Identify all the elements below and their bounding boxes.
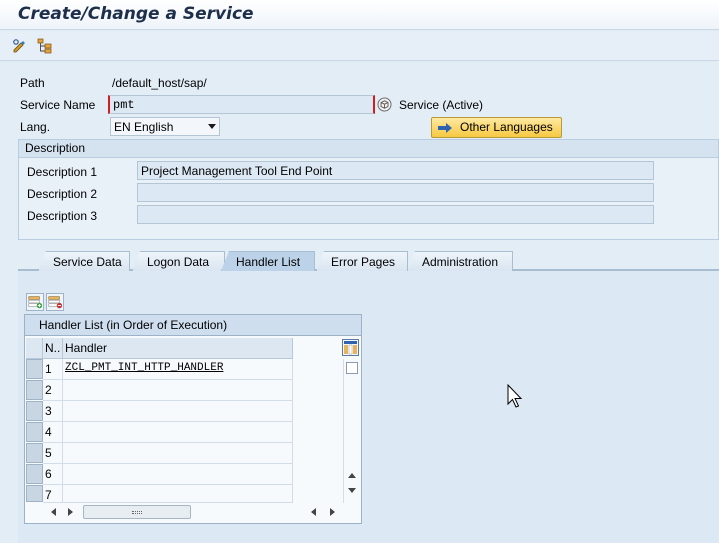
horizontal-scrollbar[interactable] [43, 503, 343, 521]
handler-cell[interactable] [63, 464, 293, 485]
table-row[interactable]: 7 [25, 485, 345, 503]
chevron-down-icon [208, 124, 216, 129]
delete-row-icon[interactable] [46, 293, 64, 311]
table-row[interactable]: 4 [25, 422, 345, 443]
row-number: 6 [43, 464, 63, 485]
handler-cell[interactable] [63, 485, 293, 503]
handler-cell[interactable]: ZCL_PMT_INT_HTTP_HANDLER [63, 359, 293, 380]
description-3-label: Description 3 [27, 209, 98, 223]
description-3-input[interactable] [137, 205, 654, 224]
table-row[interactable]: 2 [25, 380, 345, 401]
mouse-cursor-icon [507, 384, 523, 408]
lang-label: Lang. [20, 120, 51, 134]
handler-cell[interactable] [63, 380, 293, 401]
tab-service-data[interactable]: Service Data [38, 251, 130, 271]
handler-table-title: Handler List (in Order of Execution) [25, 315, 361, 336]
description-1-input[interactable]: Project Management Tool End Point [137, 161, 654, 180]
table-row[interactable]: 3 [25, 401, 345, 422]
display-change-icon[interactable] [12, 38, 28, 54]
row-selector[interactable] [26, 380, 43, 400]
row-number: 2 [43, 380, 63, 401]
column-header-number[interactable]: N.. [43, 338, 63, 359]
scroll-thumb[interactable] [346, 362, 358, 374]
other-languages-button[interactable]: Other Languages [431, 117, 562, 138]
column-header-handler[interactable]: Handler [63, 338, 293, 359]
select-all-cell[interactable] [26, 338, 43, 359]
row-number: 4 [43, 422, 63, 443]
path-value: /default_host/sap/ [112, 76, 207, 90]
scroll-up-icon[interactable] [347, 471, 357, 479]
row-selector[interactable] [26, 464, 43, 484]
row-number: 1 [43, 359, 63, 380]
hierarchy-icon[interactable] [37, 38, 53, 54]
grip-icon [132, 511, 142, 514]
page-title: Create/Change a Service [18, 4, 254, 24]
row-number: 7 [43, 485, 63, 503]
scroll-right-end-icon[interactable] [329, 507, 337, 517]
scroll-left-icon[interactable] [49, 507, 57, 517]
description-2-input[interactable] [137, 183, 654, 202]
lang-dropdown-value: EN English [114, 120, 174, 134]
table-settings-icon[interactable] [342, 339, 359, 356]
table-row[interactable]: 6 [25, 464, 345, 485]
lang-dropdown[interactable]: EN English [110, 117, 220, 136]
description-2-label: Description 2 [27, 187, 98, 201]
tab-strip: Service Data Logon Data Handler List Err… [18, 251, 719, 271]
horizontal-scroll-thumb[interactable] [83, 505, 191, 519]
arrow-right-icon [438, 123, 452, 133]
description-group-header: Description [19, 140, 718, 158]
service-name-label: Service Name [20, 98, 96, 112]
row-selector[interactable] [26, 485, 43, 502]
row-number: 5 [43, 443, 63, 464]
service-cube-icon[interactable] [377, 97, 392, 112]
description-1-label: Description 1 [27, 165, 98, 179]
row-selector[interactable] [26, 359, 43, 379]
other-languages-button-label: Other Languages [460, 120, 553, 134]
handler-link[interactable]: ZCL_PMT_INT_HTTP_HANDLER [65, 362, 223, 374]
row-selector[interactable] [26, 443, 43, 463]
table-row[interactable]: 5 [25, 443, 345, 464]
row-selector[interactable] [26, 422, 43, 442]
table-row[interactable]: 1 ZCL_PMT_INT_HTTP_HANDLER [25, 359, 345, 380]
insert-row-icon[interactable] [26, 293, 44, 311]
row-number: 3 [43, 401, 63, 422]
handler-cell[interactable] [63, 443, 293, 464]
tab-logon-data[interactable]: Logon Data [132, 251, 225, 271]
scroll-left-end-icon[interactable] [309, 507, 317, 517]
scroll-right-icon[interactable] [67, 507, 75, 517]
handler-cell[interactable] [63, 422, 293, 443]
handler-cell[interactable] [63, 401, 293, 422]
application-toolbar [0, 31, 719, 61]
scroll-down-icon[interactable] [347, 487, 357, 495]
title-bar: Create/Change a Service [0, 0, 719, 30]
path-label: Path [20, 76, 45, 90]
tab-error-pages[interactable]: Error Pages [316, 251, 408, 271]
vertical-scrollbar[interactable] [343, 359, 359, 503]
service-name-input[interactable]: pmt [108, 95, 375, 114]
tab-handler-list[interactable]: Handler List [221, 251, 315, 271]
handler-table: Handler List (in Order of Execution) N..… [24, 314, 362, 524]
service-status-text: Service (Active) [399, 98, 484, 112]
tab-administration[interactable]: Administration [407, 251, 513, 271]
row-selector[interactable] [26, 401, 43, 421]
